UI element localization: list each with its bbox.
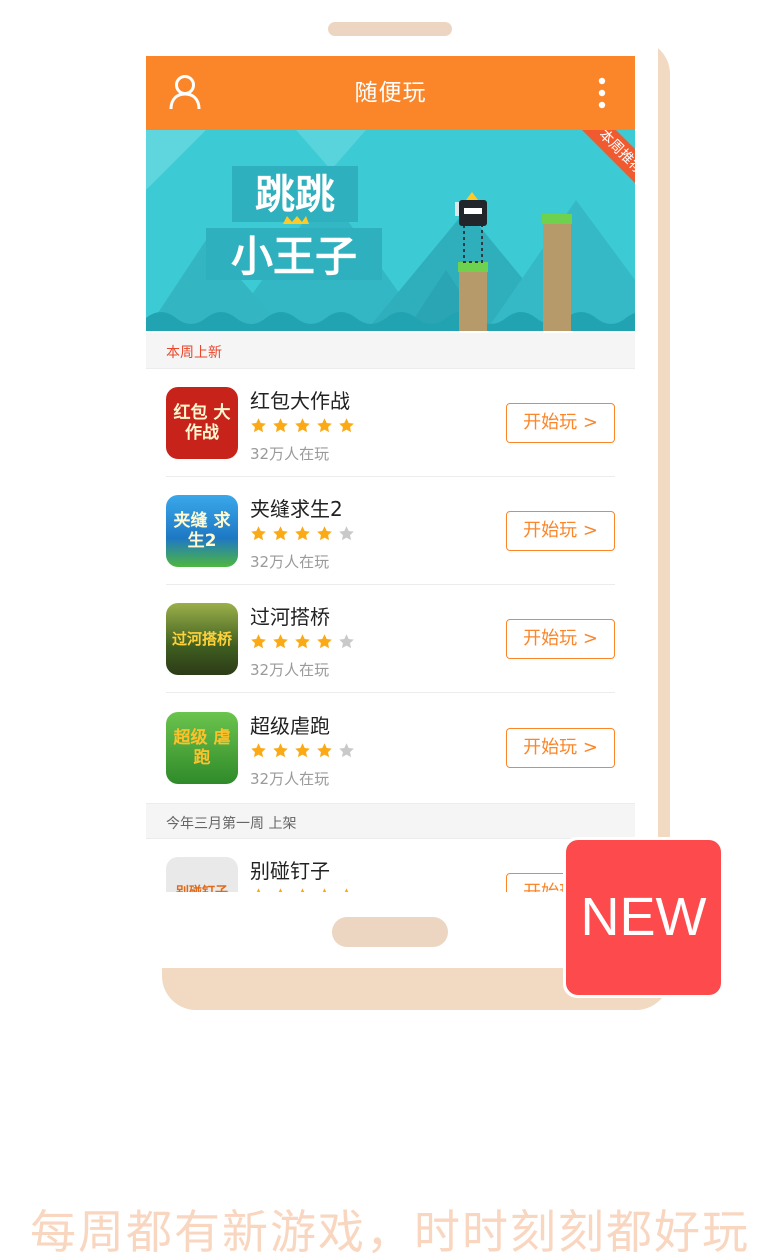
star-filled-icon bbox=[339, 418, 354, 433]
game-icon-text: 红包 大作战 bbox=[173, 403, 231, 443]
star-filled-icon bbox=[273, 526, 288, 541]
phone-screen: 随便玩 跳跳 小王子 本周推荐 本周上新 红包 大作战 红包大作战 32万人在玩… bbox=[146, 56, 635, 892]
game-icon-text: 夹缝 求生2 bbox=[173, 511, 231, 551]
star-filled-icon bbox=[322, 888, 327, 892]
game-list-item[interactable]: 过河搭桥 过河搭桥 32万人在玩 开始玩 > bbox=[146, 585, 635, 693]
star-filled-icon bbox=[295, 743, 310, 758]
player-count: 32万人在玩 bbox=[250, 445, 330, 463]
star-filled-icon bbox=[300, 888, 305, 892]
star-filled-icon bbox=[317, 743, 332, 758]
player-count: 32万人在玩 bbox=[250, 553, 330, 571]
star-filled-icon bbox=[317, 526, 332, 541]
row-divider bbox=[166, 692, 615, 693]
game-icon-text: 超级 虐跑 bbox=[173, 728, 231, 768]
game-list-item[interactable]: 夹缝 求生2 夹缝求生2 32万人在玩 开始玩 > bbox=[146, 477, 635, 585]
game-icon[interactable]: 夹缝 求生2 bbox=[166, 495, 238, 567]
game-icon[interactable]: 红包 大作战 bbox=[166, 387, 238, 459]
star-rating bbox=[250, 417, 360, 435]
section-header-march-week1: 今年三月第一周 上架 bbox=[146, 803, 635, 839]
star-filled-icon bbox=[251, 634, 266, 649]
star-filled-icon bbox=[295, 634, 310, 649]
more-vert-icon[interactable] bbox=[592, 76, 612, 110]
game-icon-text: 过河搭桥 bbox=[171, 630, 232, 648]
star-rating bbox=[250, 633, 360, 651]
play-button[interactable]: 开始玩 > bbox=[506, 619, 615, 659]
star-filled-icon bbox=[256, 888, 261, 892]
star-filled-icon bbox=[295, 526, 310, 541]
star-filled-icon bbox=[317, 634, 332, 649]
star-filled-icon bbox=[251, 418, 266, 433]
game-name: 夹缝求生2 bbox=[250, 497, 343, 521]
star-filled-icon bbox=[251, 526, 266, 541]
game-list-item[interactable]: 红包 大作战 红包大作战 32万人在玩 开始玩 > bbox=[146, 369, 635, 477]
game-name: 别碰钉子 bbox=[250, 859, 330, 883]
star-empty-icon bbox=[339, 634, 354, 649]
new-badge-text: NEW bbox=[566, 840, 721, 995]
star-filled-icon bbox=[317, 418, 332, 433]
star-empty-icon bbox=[339, 743, 354, 758]
star-empty-icon bbox=[339, 526, 354, 541]
star-rating bbox=[250, 887, 360, 892]
banner-title-line2: 小王子 bbox=[231, 232, 357, 281]
star-filled-icon bbox=[273, 418, 288, 433]
player-count: 32万人在玩 bbox=[250, 661, 330, 679]
star-filled-icon bbox=[344, 888, 349, 892]
section-label: 本周上新 bbox=[166, 345, 222, 361]
section-header-this-week: 本周上新 bbox=[146, 333, 635, 369]
play-button[interactable]: 开始玩 > bbox=[506, 403, 615, 443]
tagline: 每周都有新游戏，时时刻刻都好玩 bbox=[30, 1205, 750, 1259]
game-icon[interactable]: 超级 虐跑 bbox=[166, 712, 238, 784]
star-filled-icon bbox=[251, 743, 266, 758]
phone-home-button bbox=[332, 917, 448, 947]
play-button[interactable]: 开始玩 > bbox=[506, 511, 615, 551]
star-filled-icon bbox=[278, 888, 283, 892]
star-rating bbox=[250, 525, 360, 543]
new-badge: NEW bbox=[563, 837, 724, 998]
app-title: 随便玩 bbox=[354, 80, 427, 106]
game-list-item[interactable]: 别碰钉子 别碰钉子 开始玩 > bbox=[146, 839, 635, 892]
star-filled-icon bbox=[295, 418, 310, 433]
game-icon[interactable]: 别碰钉子 bbox=[166, 857, 238, 892]
app-bar: 随便玩 bbox=[146, 56, 635, 130]
game-icon-text: 别碰钉子 bbox=[166, 857, 238, 892]
star-filled-icon bbox=[273, 743, 288, 758]
star-filled-icon bbox=[273, 634, 288, 649]
game-icon[interactable]: 过河搭桥 bbox=[166, 603, 238, 675]
game-name: 超级虐跑 bbox=[250, 714, 330, 738]
phone-speaker bbox=[328, 22, 452, 36]
section-label: 今年三月第一周 上架 bbox=[166, 816, 297, 832]
player-count: 32万人在玩 bbox=[250, 770, 330, 788]
game-list-item[interactable]: 超级 虐跑 超级虐跑 32万人在玩 开始玩 > bbox=[146, 694, 635, 802]
game-name: 过河搭桥 bbox=[250, 605, 330, 629]
play-button[interactable]: 开始玩 > bbox=[506, 728, 615, 768]
game-name: 红包大作战 bbox=[250, 389, 350, 413]
banner-title-line1: 跳跳 bbox=[255, 172, 335, 218]
star-rating bbox=[250, 742, 360, 760]
featured-banner[interactable]: 跳跳 小王子 本周推荐 bbox=[146, 130, 635, 331]
